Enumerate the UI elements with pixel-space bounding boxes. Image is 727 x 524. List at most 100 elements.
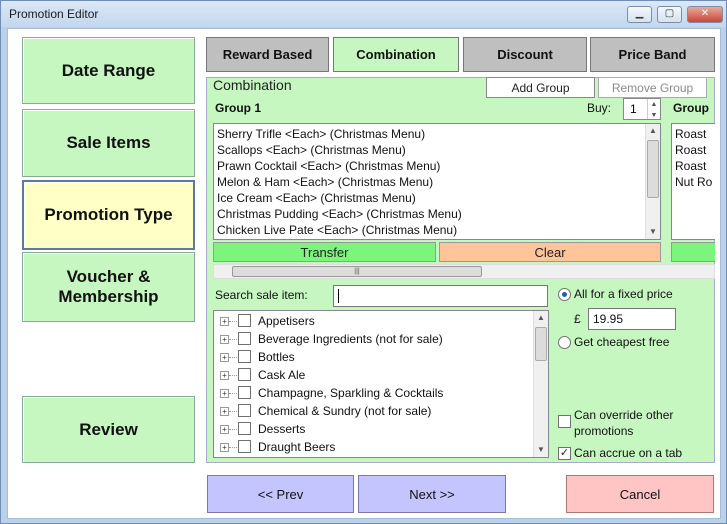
expand-icon[interactable]: + (220, 389, 229, 398)
expand-icon[interactable]: + (220, 443, 229, 452)
override-promotions-label: Can override other promotions (574, 408, 674, 438)
tree-node[interactable]: + Desserts (214, 420, 548, 438)
override-promotions-checkbox[interactable] (558, 415, 571, 428)
tree-node-label: Draught Beers (258, 440, 336, 454)
horizontal-scroll-thumb[interactable]: ||| (232, 266, 482, 277)
expand-icon[interactable]: + (220, 353, 229, 362)
list-item[interactable]: Prawn Cocktail <Each> (Christmas Menu) (214, 158, 660, 174)
close-button[interactable]: ✕ (687, 6, 723, 23)
tree-node-label: Appetisers (258, 314, 315, 328)
accrue-tab-label: Can accrue on a tab (574, 446, 683, 460)
tree-checkbox[interactable] (238, 422, 251, 435)
cheapest-free-radio[interactable] (558, 336, 571, 349)
tab-combination[interactable]: Combination (333, 37, 459, 72)
tree-node[interactable]: + Appetisers (214, 312, 548, 330)
tree-checkbox[interactable] (238, 350, 251, 363)
list-item[interactable]: Scallops <Each> (Christmas Menu) (214, 142, 660, 158)
tree-checkbox[interactable] (238, 386, 251, 399)
nav-date-range[interactable]: Date Range (22, 37, 195, 104)
scroll-thumb[interactable] (535, 327, 547, 361)
search-sale-item-input[interactable] (333, 285, 548, 307)
fixed-price-radio[interactable] (558, 288, 571, 301)
text-caret (338, 289, 339, 303)
combination-panel: Combination Add Group Remove Group Group… (206, 77, 715, 463)
tree-checkbox[interactable] (238, 404, 251, 417)
scroll-up-icon[interactable]: ▲ (646, 124, 660, 138)
buy-quantity-stepper[interactable]: 1 ▲ ▼ (623, 98, 661, 120)
search-label: Search sale item: (215, 288, 308, 302)
tree-node-label: Desserts (258, 422, 306, 436)
tree-vertical-scrollbar[interactable]: ▲ ▼ (533, 311, 548, 457)
groups-horizontal-scrollbar[interactable]: ||| (213, 264, 715, 279)
sale-item-category-tree[interactable]: + Appetisers + Beverage Ingredients (not f… (213, 310, 549, 458)
nav-review[interactable]: Review (22, 396, 195, 463)
tree-node-label: Chemical & Sundry (not for sale) (258, 404, 432, 418)
group2-transfer-button[interactable] (671, 242, 715, 262)
nav-voucher-membership[interactable]: Voucher & Membership (22, 252, 195, 322)
expand-icon[interactable]: + (220, 335, 229, 344)
transfer-button[interactable]: Transfer (213, 242, 436, 262)
minimize-button[interactable]: ▁ (627, 6, 652, 23)
buy-label: Buy: (587, 101, 612, 115)
expand-icon[interactable]: + (220, 407, 229, 416)
group2-label: Group (673, 101, 709, 115)
list-item[interactable]: Roast (672, 142, 715, 158)
buy-quantity-value: 1 (630, 102, 637, 116)
tree-node-label: Bottles (258, 350, 295, 364)
expand-icon[interactable]: + (220, 425, 229, 434)
prev-button[interactable]: << Prev (207, 475, 354, 513)
list-item[interactable]: Roast (672, 126, 715, 142)
group1-item-list[interactable]: Sherry Trifle <Each> (Christmas Menu) Sc… (213, 123, 661, 240)
list-item[interactable]: Sherry Trifle <Each> (Christmas Menu) (214, 126, 660, 142)
tab-reward-based[interactable]: Reward Based (206, 37, 329, 72)
editor-client-area: Date Range Sale Items Promotion Type Vou… (7, 28, 721, 519)
tree-node[interactable]: + Cask Ale (214, 366, 548, 384)
list-item[interactable]: Nut Ro (672, 174, 715, 190)
tree-node[interactable]: + Bottles (214, 348, 548, 366)
fixed-price-label: All for a fixed price (574, 287, 673, 301)
next-button[interactable]: Next >> (358, 475, 506, 513)
tree-node[interactable]: + Champagne, Sparkling & Cocktails (214, 384, 548, 402)
list-item[interactable]: Chicken Live Pate <Each> (Christmas Menu… (214, 222, 660, 238)
scroll-down-icon[interactable]: ▼ (646, 225, 660, 239)
tree-node[interactable]: + Draught Beers (214, 438, 548, 456)
group1-label: Group 1 (215, 101, 262, 115)
stepper-arrows-icon[interactable]: ▲ ▼ (647, 99, 660, 119)
accrue-tab-checkbox[interactable]: ✓ (558, 447, 571, 460)
promotion-editor-window: Promotion Editor ▁ ▢ ✕ Date Range Sale I… (0, 0, 727, 524)
group1-vertical-scrollbar[interactable]: ▲ ▼ (645, 124, 660, 239)
tree-node-label: Champagne, Sparkling & Cocktails (258, 386, 444, 400)
nav-promotion-type[interactable]: Promotion Type (22, 180, 195, 250)
nav-sale-items[interactable]: Sale Items (22, 109, 195, 177)
maximize-button[interactable]: ▢ (657, 6, 682, 23)
tree-checkbox[interactable] (238, 314, 251, 327)
expand-icon[interactable]: + (220, 317, 229, 326)
tree-node-label: Cask Ale (258, 368, 306, 382)
currency-symbol: £ (574, 312, 581, 326)
scroll-up-icon[interactable]: ▲ (534, 311, 548, 325)
group2-item-list[interactable]: Roast Roast Roast Nut Ro (671, 123, 715, 240)
list-item[interactable]: Ice Cream <Each> (Christmas Menu) (214, 190, 660, 206)
list-item[interactable]: Melon & Ham <Each> (Christmas Menu) (214, 174, 660, 190)
list-item[interactable]: Roast (672, 158, 715, 174)
tree-node-label: Beverage Ingredients (not for sale) (258, 332, 443, 346)
scroll-down-icon[interactable]: ▼ (534, 443, 548, 457)
fixed-price-input[interactable]: 19.95 (588, 308, 676, 330)
tree-checkbox[interactable] (238, 368, 251, 381)
clear-button[interactable]: Clear (439, 242, 661, 262)
window-title: Promotion Editor (9, 7, 99, 21)
list-item[interactable]: Christmas Pudding <Each> (Christmas Menu… (214, 206, 660, 222)
cancel-button[interactable]: Cancel (566, 475, 714, 513)
add-group-button[interactable]: Add Group (486, 77, 595, 98)
scroll-thumb[interactable] (647, 140, 659, 198)
tree-checkbox[interactable] (238, 440, 251, 453)
tab-discount[interactable]: Discount (463, 37, 587, 72)
tab-price-band[interactable]: Price Band (590, 37, 715, 72)
tree-checkbox[interactable] (238, 332, 251, 345)
tree-node[interactable]: + Beverage Ingredients (not for sale) (214, 330, 548, 348)
expand-icon[interactable]: + (220, 371, 229, 380)
panel-title: Combination (213, 77, 292, 93)
title-bar: Promotion Editor ▁ ▢ ✕ (1, 1, 726, 27)
remove-group-button[interactable]: Remove Group (598, 77, 707, 98)
tree-node[interactable]: + Chemical & Sundry (not for sale) (214, 402, 548, 420)
